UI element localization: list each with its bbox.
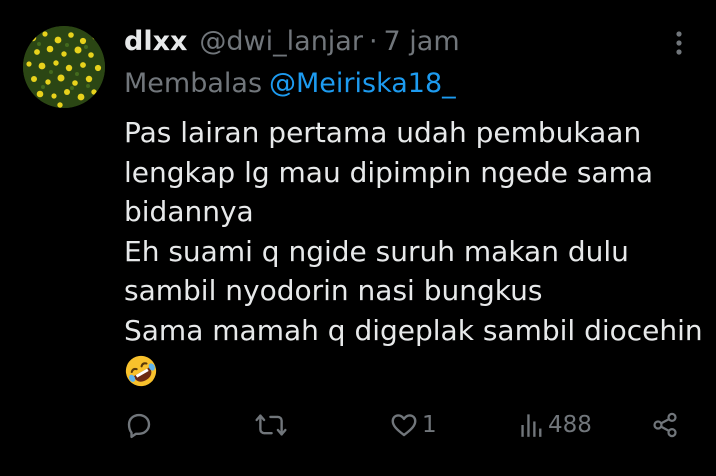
tweet-text-line: Eh suami q ngide suruh makan dulu [124,234,629,268]
retweet-icon [255,414,287,436]
replying-to-label: Membalas [124,68,263,99]
heart-icon [391,414,417,437]
tweet-text-line: sambil nyodorin nasi bungkus [124,274,543,307]
separator-dot: · [368,26,378,57]
like-button[interactable]: 1 [389,402,437,448]
tweet-text-line: lengkap lg mau dipimpin ngede sama [124,155,654,189]
tweet-card[interactable]: dlxx @dwi_lanjar · 7 jam Membalas @Meiris… [0,0,716,476]
reply-button[interactable] [124,402,157,448]
tweet-text-line: Sama mamah q digeplak sambil diocehin [124,313,703,347]
tweet-text-line: bidannya [124,195,254,228]
avatar-flowers-image [23,26,105,108]
retweet-button[interactable] [254,402,291,448]
like-count: 1 [422,412,437,438]
display-name[interactable]: dlxx [124,24,187,60]
user-handle[interactable]: @dwi_lanjar [199,24,363,60]
replying-to: Membalas @Meiriska18_ [124,66,456,102]
views-button[interactable]: 488 [519,402,592,448]
tweet-text-line: Pas lairan pertama udah pembukaan [124,116,642,149]
share-button[interactable] [651,402,682,448]
avatar[interactable] [23,26,105,108]
action-bar: 1 488 [0,402,716,448]
reply-mention-link[interactable]: @Meiriska18_ [269,68,456,99]
rolling-on-floor-laughing-emoji [125,355,157,387]
more-options-icon[interactable] [666,28,692,58]
tweet-header: dlxx @dwi_lanjar · 7 jam [124,24,460,60]
tweet-text: Pas lairan pertama udah pembukaan lengka… [124,113,704,390]
share-icon [653,412,677,438]
views-icon [521,414,542,437]
views-count: 488 [548,412,592,438]
emoji-line [124,350,704,390]
timestamp[interactable]: 7 jam [384,24,460,60]
reply-icon [127,413,151,439]
